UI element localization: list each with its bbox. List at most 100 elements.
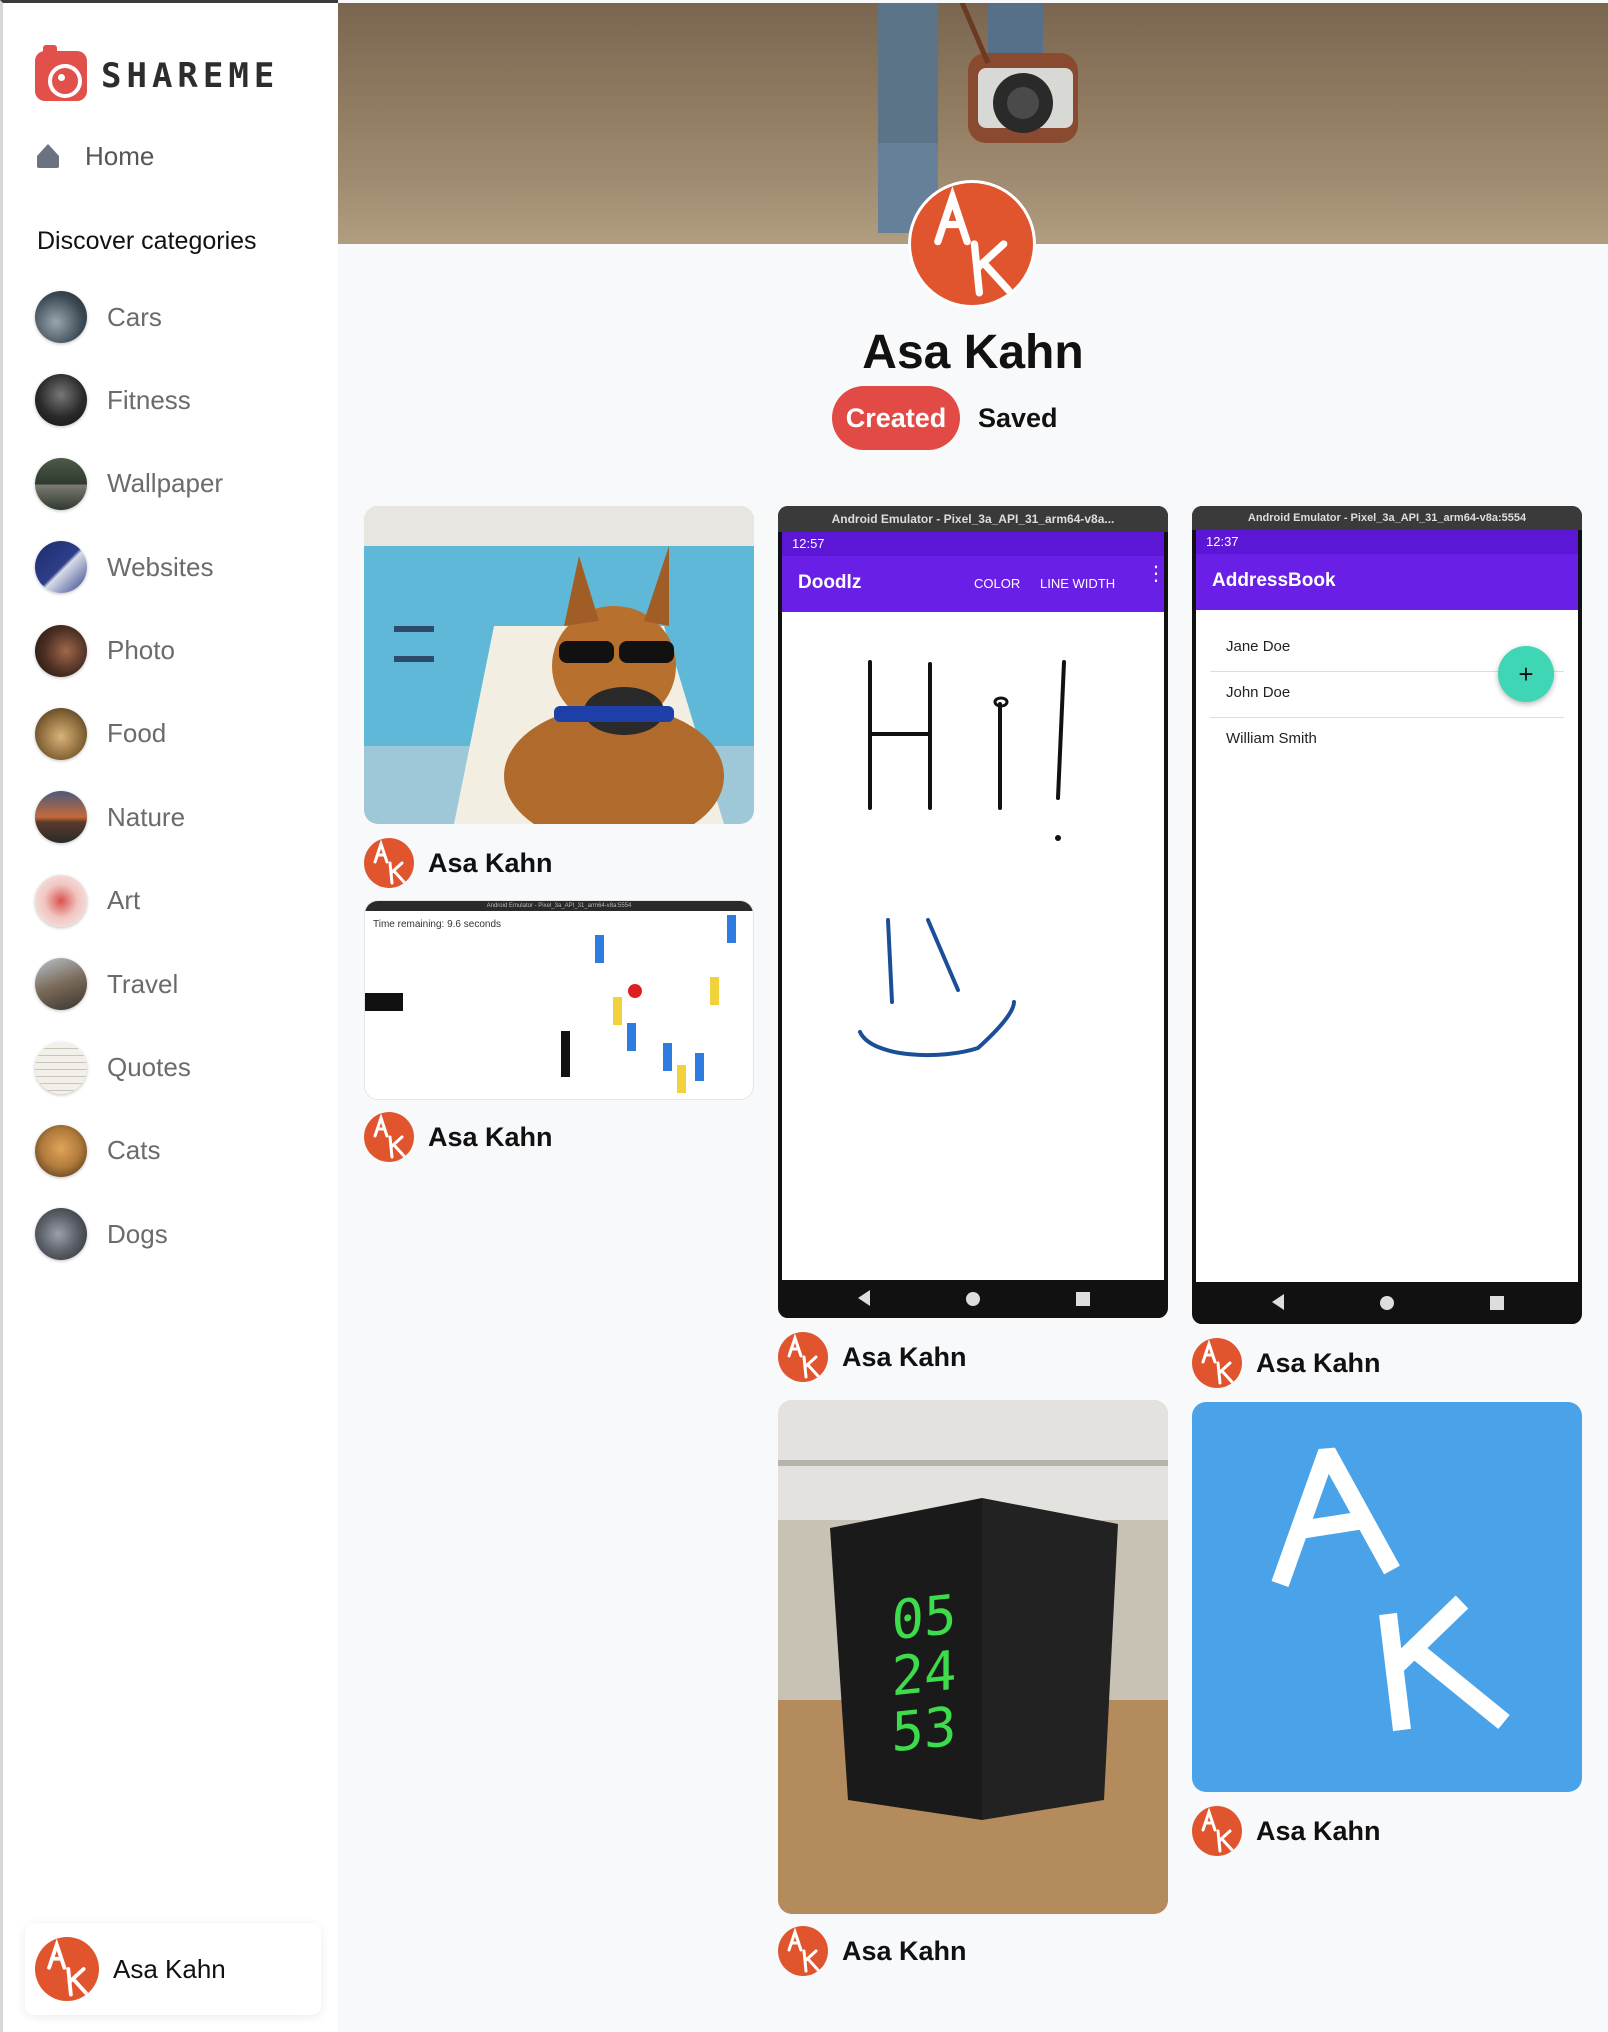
category-list: Cars Fitness Wallpaper Websites Photo Fo…: [35, 291, 223, 1292]
pin-image[interactable]: [1192, 1402, 1582, 1792]
author-avatar: [778, 1926, 828, 1976]
nav-home[interactable]: Home: [37, 141, 154, 172]
category-thumb: [35, 1124, 87, 1177]
status-time: 12:37: [1206, 534, 1239, 549]
category-label: Art: [107, 885, 141, 916]
category-thumb: [35, 374, 87, 427]
profile-avatar: [908, 180, 1036, 308]
pin-card[interactable]: Asa Kahn: [1192, 1402, 1582, 1856]
pin-card[interactable]: Android Emulator - Pixel_3a_API_31_arm64…: [778, 506, 1168, 1382]
category-thumb: [35, 958, 87, 1011]
pin-author[interactable]: Asa Kahn: [364, 838, 553, 888]
app-logo[interactable]: SHAREME: [35, 45, 280, 101]
recents-icon[interactable]: [1490, 1296, 1504, 1310]
plus-icon: +: [1518, 659, 1534, 689]
category-item-fitness[interactable]: Fitness: [35, 374, 223, 427]
color-button[interactable]: COLOR: [974, 576, 1020, 591]
pin-card[interactable]: Asa Kahn: [364, 506, 754, 888]
category-label: Nature: [107, 801, 186, 832]
pin-image[interactable]: 05 24 53: [778, 1400, 1168, 1914]
app-title: Doodlz: [798, 572, 862, 593]
category-label: Cats: [107, 1135, 161, 1166]
android-statusbar: 12:57: [782, 532, 1164, 556]
category-label: Websites: [107, 551, 214, 582]
contact-list: Jane Doe John Doe William Smith +: [1196, 610, 1578, 1282]
android-navbar: [1196, 1282, 1578, 1324]
category-label: Quotes: [107, 1052, 191, 1083]
category-item-wallpaper[interactable]: Wallpaper: [35, 457, 224, 510]
pin-card[interactable]: Android Emulator - Pixel_3a_API_31_arm64…: [1192, 506, 1582, 1388]
pin-image[interactable]: Android Emulator - Pixel_3a_API_31_arm64…: [778, 506, 1168, 1318]
category-item-food[interactable]: Food: [35, 707, 223, 760]
category-item-photo[interactable]: Photo: [35, 624, 223, 677]
app-bar: AddressBook: [1196, 554, 1578, 610]
pin-card[interactable]: Android Emulator - Pixel_3a_API_31_arm64…: [364, 900, 754, 1162]
category-item-nature[interactable]: Nature: [35, 791, 223, 844]
category-thumb: [35, 457, 87, 510]
category-item-cars[interactable]: Cars: [35, 291, 223, 343]
pin-author[interactable]: Asa Kahn: [778, 1332, 967, 1382]
category-label: Cars: [107, 301, 162, 332]
window-titlebar: Android Emulator - Pixel_3a_API_31_arm64…: [1192, 506, 1582, 530]
contact-name: William Smith: [1226, 730, 1317, 747]
home-nav-icon[interactable]: [966, 1292, 980, 1306]
profile-name: Asa Kahn: [862, 326, 1084, 379]
back-icon[interactable]: [858, 1290, 870, 1306]
camera-icon: [35, 45, 87, 101]
android-statusbar: 12:37: [1196, 530, 1578, 554]
user-avatar: [35, 1937, 99, 2001]
nav-home-label: Home: [85, 141, 155, 171]
drawing-canvas[interactable]: [782, 612, 1164, 1280]
category-item-dogs[interactable]: Dogs: [35, 1208, 223, 1261]
status-time: 12:57: [792, 536, 825, 551]
author-name: Asa Kahn: [428, 847, 553, 878]
contact-name: Jane Doe: [1226, 638, 1291, 655]
pin-author[interactable]: Asa Kahn: [778, 1926, 967, 1976]
pin-image[interactable]: Android Emulator - Pixel_3a_API_31_arm64…: [1192, 506, 1582, 1324]
recents-icon[interactable]: [1076, 1292, 1090, 1306]
user-profile-link[interactable]: Asa Kahn: [25, 1923, 321, 2015]
back-icon[interactable]: [1272, 1294, 1284, 1310]
pin-image[interactable]: Android Emulator - Pixel_3a_API_31_arm64…: [364, 900, 754, 1100]
sidebar: SHAREME Home Discover categories Cars Fi…: [0, 0, 338, 2032]
category-label: Dogs: [107, 1218, 168, 1249]
category-item-cats[interactable]: Cats: [35, 1124, 223, 1177]
line-width-button[interactable]: LINE WIDTH: [1040, 576, 1115, 591]
author-avatar: [364, 1112, 414, 1162]
category-item-travel[interactable]: Travel: [35, 958, 223, 1011]
home-nav-icon[interactable]: [1380, 1296, 1394, 1310]
category-item-websites[interactable]: Websites: [35, 541, 223, 594]
category-item-quotes[interactable]: Quotes: [35, 1041, 223, 1094]
user-name: Asa Kahn: [113, 1953, 226, 1984]
author-name: Asa Kahn: [1256, 1815, 1381, 1846]
category-thumb: [35, 541, 87, 594]
window-titlebar: Android Emulator - Pixel_3a_API_31_arm64…: [778, 506, 1168, 532]
pin-author[interactable]: Asa Kahn: [364, 1112, 553, 1162]
category-label: Wallpaper: [107, 468, 224, 499]
tab-saved[interactable]: Saved: [978, 403, 1058, 434]
android-navbar: [782, 1280, 1164, 1318]
add-contact-fab[interactable]: +: [1498, 646, 1554, 702]
profile-tabs: Created Saved: [832, 386, 1058, 450]
tab-created[interactable]: Created: [832, 386, 960, 450]
pin-author[interactable]: Asa Kahn: [1192, 1338, 1381, 1388]
category-thumb: [35, 624, 87, 677]
pin-card[interactable]: 05 24 53 Asa Kahn: [778, 1400, 1168, 1976]
author-avatar: [364, 838, 414, 888]
more-icon[interactable]: ⋮: [1146, 564, 1166, 584]
app-title: AddressBook: [1212, 570, 1336, 591]
category-item-art[interactable]: Art: [35, 874, 223, 927]
category-thumb: [35, 791, 87, 844]
pin-author[interactable]: Asa Kahn: [1192, 1806, 1381, 1856]
pin-image[interactable]: [364, 506, 754, 824]
discover-heading: Discover categories: [37, 227, 257, 255]
logo-text: SHAREME: [101, 56, 280, 96]
clock-display: 05 24 53: [874, 1583, 974, 1765]
contact-row[interactable]: William Smith: [1210, 718, 1564, 764]
category-thumb: [35, 291, 87, 343]
author-avatar: [778, 1332, 828, 1382]
category-thumb: [35, 874, 87, 927]
author-avatar: [1192, 1806, 1242, 1856]
category-thumb: [35, 1208, 87, 1261]
category-label: Photo: [107, 635, 175, 666]
